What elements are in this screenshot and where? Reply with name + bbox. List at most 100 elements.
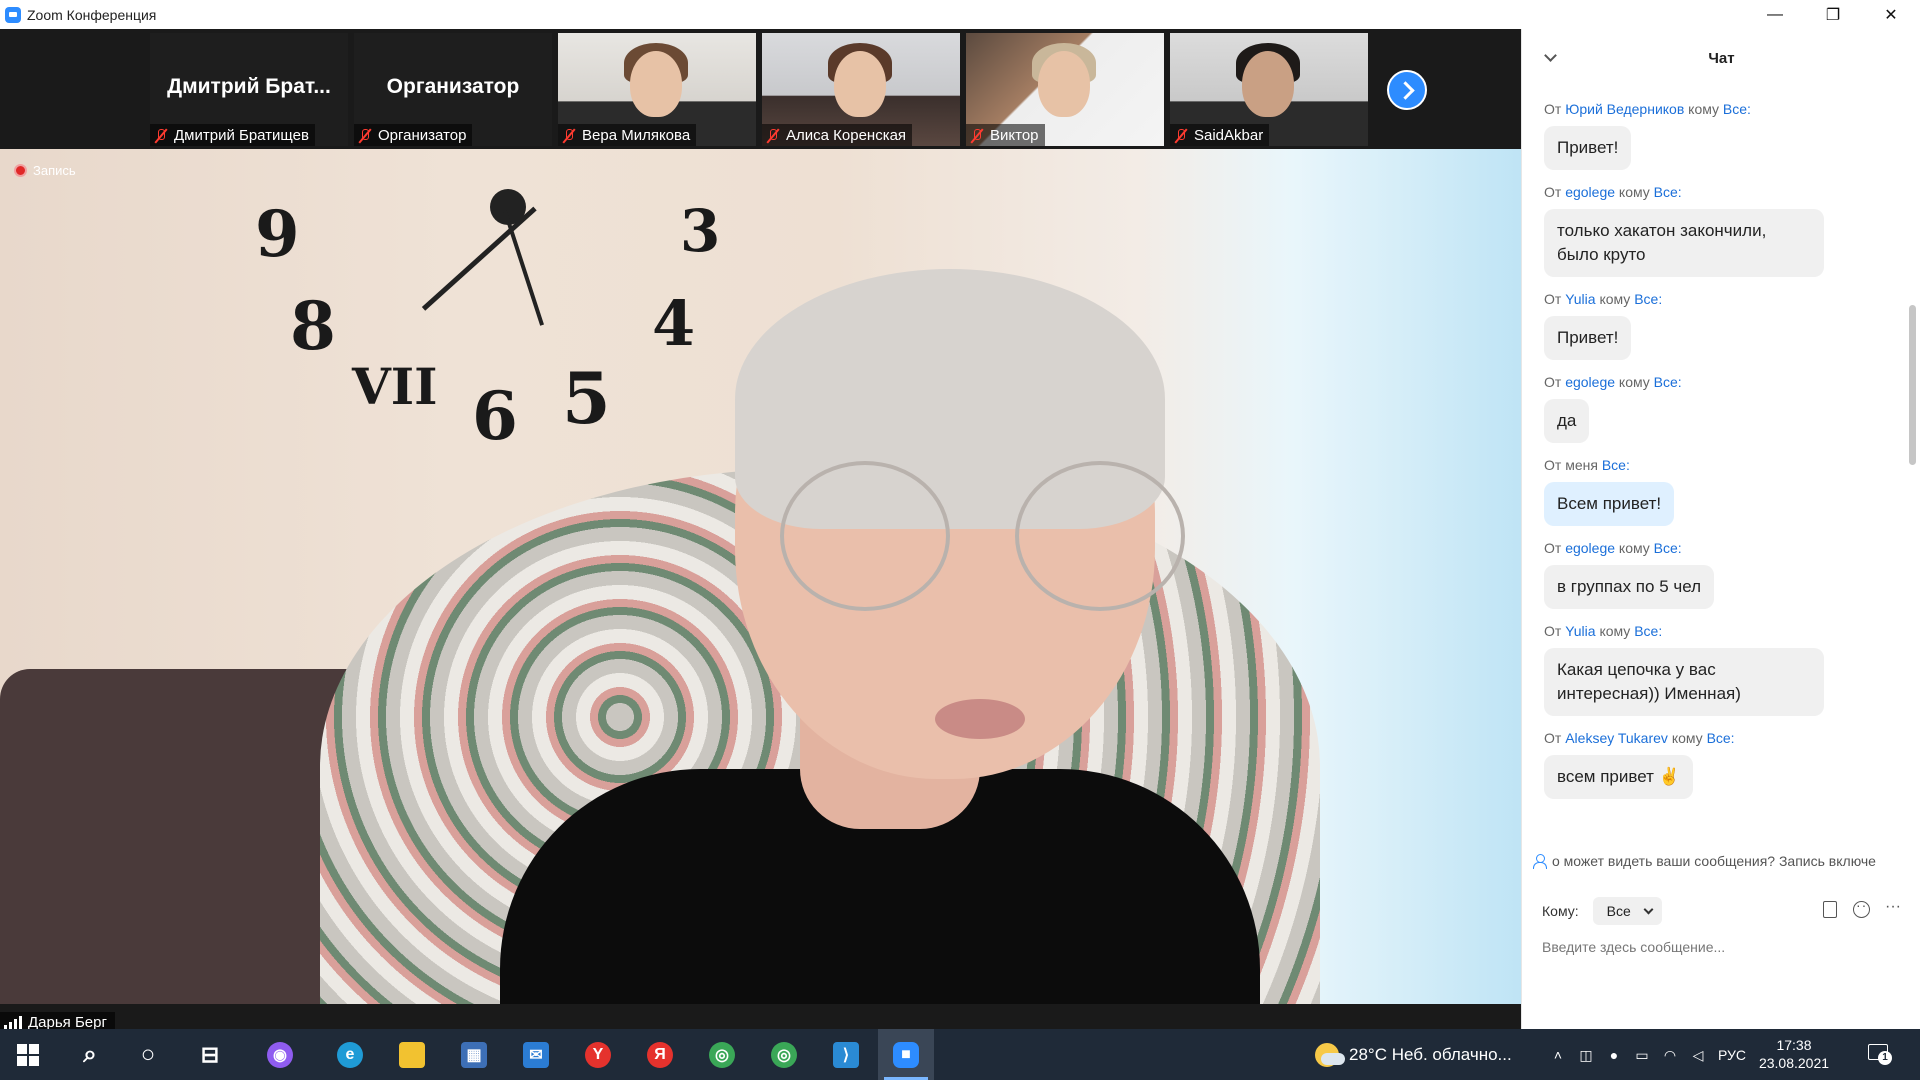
edge-icon: e: [337, 1041, 363, 1068]
message-sender[interactable]: egolege: [1565, 540, 1615, 556]
message-to-prefix: кому: [1599, 291, 1631, 307]
message-recipient[interactable]: Все:: [1707, 730, 1735, 746]
taskbar-app[interactable]: Я: [632, 1029, 688, 1080]
message-from-prefix: От: [1544, 291, 1562, 307]
message-to-prefix: кому: [1599, 623, 1631, 639]
taskbar-app[interactable]: ◎: [694, 1029, 750, 1080]
more-options-icon[interactable]: ···: [1884, 899, 1902, 918]
participant-name: Дмитрий Братищев: [174, 126, 309, 144]
chat-message: От egolege кому Все: только хакатон зако…: [1544, 184, 1894, 277]
gallery-strip: Дмитрий Брат... Дмитрий Братищев Организ…: [0, 29, 1521, 149]
message-recipient[interactable]: Все:: [1634, 291, 1662, 307]
notification-count: 1: [1878, 1051, 1892, 1065]
message-recipient[interactable]: Все:: [1634, 623, 1662, 639]
participant-tile[interactable]: Дмитрий Брат... Дмитрий Братищев: [150, 33, 348, 146]
taskbar-app[interactable]: ⟩: [818, 1029, 874, 1080]
taskbar-app[interactable]: ▦: [446, 1029, 502, 1080]
taskbar-app[interactable]: e: [322, 1029, 378, 1080]
participant-tile[interactable]: SaidAkbar: [1170, 33, 1368, 146]
message-recipient[interactable]: Все:: [1654, 540, 1682, 556]
participant-video-face: [1242, 51, 1294, 117]
chevron-down-icon: [1643, 904, 1654, 914]
wifi-icon[interactable]: ◠: [1662, 1047, 1678, 1063]
message-to-prefix: кому: [1618, 374, 1650, 390]
taskbar-app[interactable]: ◎: [756, 1029, 812, 1080]
participant-tile[interactable]: Вера Милякова: [558, 33, 756, 146]
participant-tile[interactable]: Алиса Коренская: [762, 33, 960, 146]
chat-message: От Aleksey Tukarev кому Все: всем привет…: [1544, 730, 1894, 799]
participant-tile[interactable]: Виктор: [966, 33, 1164, 146]
weather-widget[interactable]: 28°C Неб. облачно...: [1315, 1029, 1512, 1080]
mic-muted-icon: [357, 128, 372, 143]
message-recipient[interactable]: Все:: [1602, 457, 1630, 473]
wall-clock-hand: [503, 210, 544, 326]
message-recipient[interactable]: Все:: [1723, 101, 1751, 117]
taskbar-clock[interactable]: 17:38 23.08.2021: [1754, 1036, 1834, 1072]
recording-indicator[interactable]: Запись: [14, 163, 76, 178]
chevron-up-icon[interactable]: ˄: [1550, 1047, 1566, 1063]
participant-video-face: [630, 51, 682, 117]
gallery-next-button[interactable]: [1387, 70, 1427, 110]
file-attach-icon[interactable]: [1820, 900, 1838, 918]
wall-clock-mark: 8: [290, 287, 336, 365]
taskbar-app[interactable]: ✉: [508, 1029, 564, 1080]
mic-muted-icon: [153, 128, 168, 143]
wall-clock-mark: 5: [562, 357, 611, 440]
mic-muted-icon: [765, 128, 780, 143]
participant-name: Вера Милякова: [582, 126, 691, 144]
message-sender[interactable]: Юрий Ведерников: [1565, 101, 1684, 117]
message-sender[interactable]: egolege: [1565, 374, 1615, 390]
taskbar-app[interactable]: ◉: [252, 1029, 308, 1080]
notification-center-button[interactable]: 1: [1866, 1042, 1892, 1066]
chat-scrollbar[interactable]: [1909, 305, 1916, 465]
camera-icon[interactable]: ◫: [1578, 1047, 1594, 1063]
maximize-button[interactable]: ❐: [1804, 0, 1862, 29]
glasses-lens: [780, 461, 950, 611]
emoji-icon[interactable]: [1852, 897, 1870, 918]
participant-tile[interactable]: Организатор Организатор: [354, 33, 552, 146]
participant-name: Виктор: [990, 126, 1039, 144]
video-area: Дмитрий Брат... Дмитрий Братищев Организ…: [0, 29, 1521, 1033]
message-sender[interactable]: egolege: [1565, 184, 1615, 200]
task-view-icon: ⊟: [200, 1041, 220, 1067]
taskbar-app[interactable]: ■: [878, 1029, 934, 1080]
participant-video-face: [834, 51, 886, 117]
message-sender[interactable]: Yulia: [1565, 291, 1595, 307]
microphone-icon[interactable]: ●: [1606, 1047, 1622, 1063]
message-bubble: Привет!: [1544, 126, 1632, 170]
task-view-button[interactable]: ⊟: [182, 1029, 238, 1080]
volume-icon[interactable]: ◁: [1690, 1047, 1706, 1063]
privacy-notice[interactable]: о может видеть ваши сообщения? Запись вк…: [1532, 853, 1917, 869]
message-bubble: да: [1544, 399, 1590, 443]
recipient-value: Все: [1606, 903, 1631, 919]
weather-icon: [1315, 1042, 1345, 1067]
minimize-button[interactable]: —: [1746, 0, 1804, 29]
weather-text: 28°C Неб. облачно...: [1349, 1044, 1512, 1064]
language-indicator[interactable]: РУС: [1718, 1047, 1746, 1063]
cortana-button[interactable]: ○: [120, 1029, 176, 1080]
chat-message-input[interactable]: [1542, 932, 1902, 962]
chat-message-list[interactable]: От Юрий Ведерников кому Все: Привет! От …: [1544, 101, 1894, 871]
message-recipient[interactable]: Все:: [1654, 374, 1682, 390]
message-sender[interactable]: Yulia: [1565, 623, 1595, 639]
search-button[interactable]: ⌕: [62, 1029, 118, 1080]
wall-clock-mark: 6: [472, 377, 518, 455]
mic-muted-icon: [969, 128, 984, 143]
explorer-icon: ▬: [399, 1041, 425, 1068]
message-from-prefix: От: [1544, 374, 1562, 390]
close-button[interactable]: ✕: [1862, 0, 1920, 29]
recipient-select[interactable]: Все: [1592, 897, 1662, 925]
battery-icon[interactable]: ▭: [1634, 1047, 1650, 1063]
recording-label: Запись: [33, 163, 76, 178]
start-button[interactable]: [0, 1029, 56, 1080]
chat-header: Чат: [1522, 29, 1920, 87]
taskbar-app[interactable]: ▬: [384, 1029, 440, 1080]
message-bubble: в группах по 5 чел: [1544, 565, 1715, 609]
people-icon: [1532, 853, 1548, 869]
message-sender[interactable]: Aleksey Tukarev: [1565, 730, 1668, 746]
message-recipient[interactable]: Все:: [1654, 184, 1682, 200]
search-icon: ⌕: [83, 1040, 97, 1068]
taskbar-app[interactable]: Y: [570, 1029, 626, 1080]
system-tray: ˄ ◫ ● ▭ ◠ ◁ РУС: [1550, 1029, 1746, 1080]
message-to-prefix: кому: [1688, 101, 1720, 117]
